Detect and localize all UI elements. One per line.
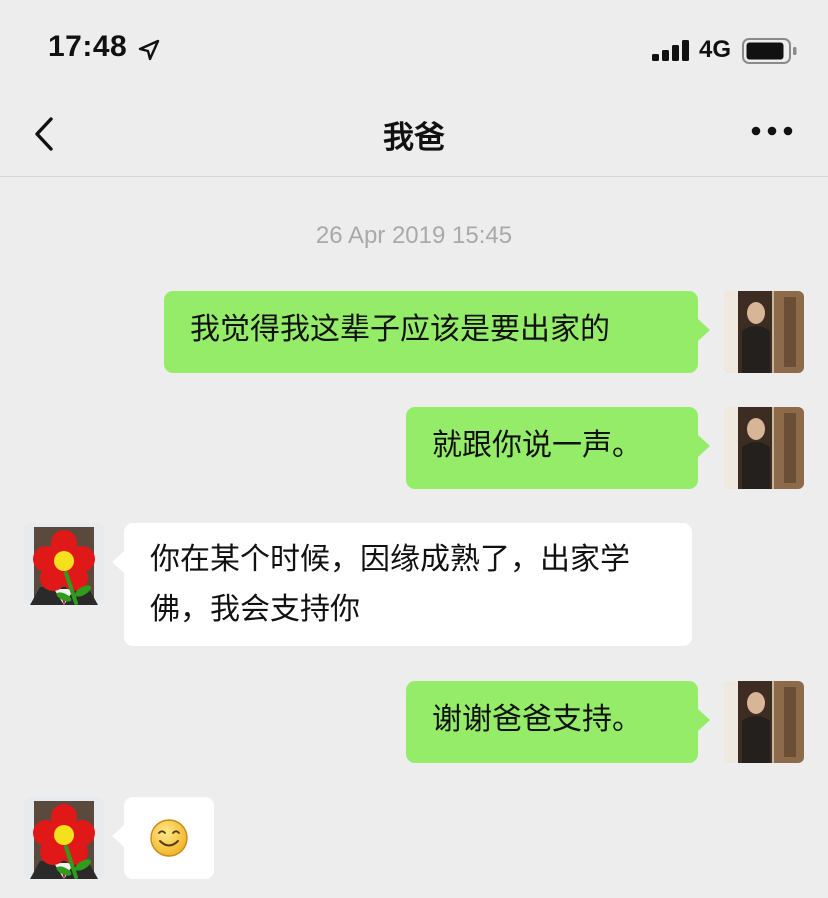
message-text: 就跟你说一声。 bbox=[432, 428, 642, 463]
dad-avatar[interactable] bbox=[24, 797, 104, 879]
message-bubble-outgoing[interactable]: 我觉得我这辈子应该是要出家的 bbox=[164, 291, 710, 373]
message-text: 谢谢爸爸支持。 bbox=[432, 702, 642, 737]
status-time: 17:48 bbox=[48, 30, 128, 63]
smiley-face-emoji bbox=[150, 819, 188, 857]
chat-title: 我爸 bbox=[383, 120, 445, 156]
location-arrow-icon bbox=[138, 39, 160, 61]
network-type-label: 4G bbox=[699, 36, 732, 63]
more-dots-icon[interactable] bbox=[750, 125, 794, 137]
dad-avatar[interactable] bbox=[24, 523, 104, 605]
message-bubble-incoming[interactable] bbox=[112, 797, 214, 879]
status-bar: 17:48 4G bbox=[0, 0, 828, 96]
message-text: 我觉得我这辈子应该是要出家的 bbox=[190, 312, 610, 347]
my-avatar[interactable] bbox=[724, 681, 804, 763]
my-avatar[interactable] bbox=[724, 407, 804, 489]
chat-screen: 17:48 4G 我爸 26 Apr 2019 15:45 我觉得我这辈子应该是… bbox=[0, 0, 828, 898]
message-bubble-outgoing[interactable]: 就跟你说一声。 bbox=[406, 407, 710, 489]
message-bubble-outgoing[interactable]: 谢谢爸爸支持。 bbox=[406, 681, 710, 763]
message-timestamp: 26 Apr 2019 15:45 bbox=[315, 222, 513, 249]
message-text: 你在某个时候，因缘成熟了，出家学佛，我会支持你 bbox=[150, 542, 630, 627]
signal-bars-icon bbox=[652, 39, 692, 61]
message-bubble-incoming[interactable]: 你在某个时候，因缘成熟了，出家学佛，我会支持你 bbox=[112, 523, 692, 646]
my-avatar[interactable] bbox=[724, 291, 804, 373]
nav-bar: 我爸 bbox=[0, 96, 828, 177]
battery-icon bbox=[742, 38, 797, 64]
